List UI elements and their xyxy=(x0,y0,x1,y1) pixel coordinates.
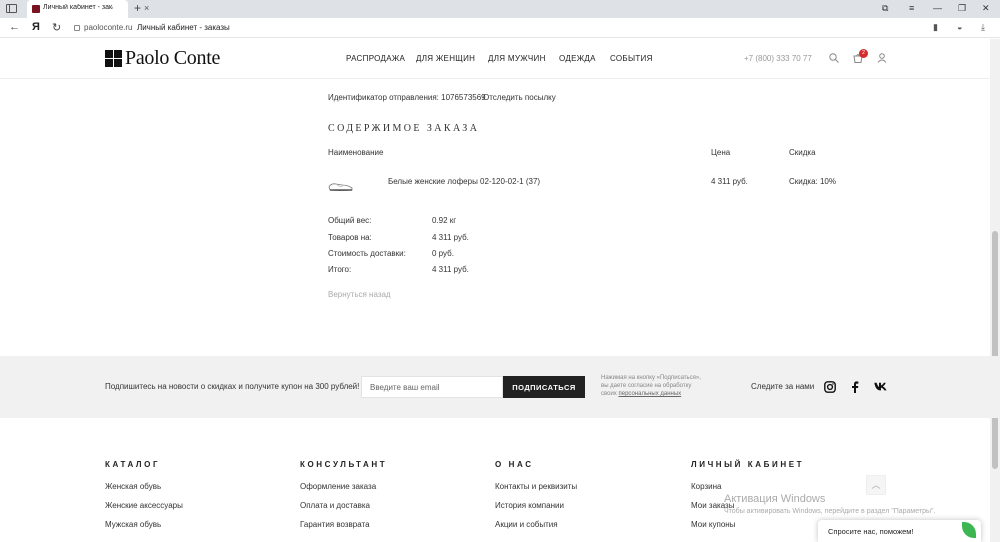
footer-link[interactable]: Контакты и реквизиты xyxy=(495,482,577,491)
nav-events[interactable]: СОБЫТИЯ xyxy=(610,54,653,63)
scroll-to-top-button[interactable]: ︿ xyxy=(866,475,886,495)
footer-link[interactable]: Акции и события xyxy=(495,520,558,529)
phone-number[interactable]: +7 (800) 333 70 77 xyxy=(744,54,812,63)
footer-link[interactable]: История компании xyxy=(495,501,564,510)
summary-value-weight: 0.92 кг xyxy=(432,216,457,225)
footer-catalog-title: КАТАЛОГ xyxy=(105,460,161,469)
subscribe-button[interactable]: ПОДПИСАТЬСЯ xyxy=(503,376,585,398)
back-arrow-icon[interactable]: ← xyxy=(9,21,20,33)
address-bar: ← Я ↻ paoloconte.ru Личный кабинет - зак… xyxy=(0,18,1000,38)
order-contents-title: СОДЕРЖИМОЕ ЗАКАЗА xyxy=(328,123,480,134)
url-host: paoloconte.ru xyxy=(84,23,133,32)
footer-link[interactable]: Женские аксессуары xyxy=(105,501,183,510)
product-image[interactable] xyxy=(328,177,354,193)
menu-icon[interactable]: ≡ xyxy=(909,3,914,13)
summary-label-goods: Товаров на: xyxy=(328,233,372,242)
back-link[interactable]: Вернуться назад xyxy=(328,290,391,299)
windows-activation-text: Чтобы активировать Windows, перейдите в … xyxy=(724,508,936,515)
facebook-icon[interactable] xyxy=(851,381,859,393)
nav-women[interactable]: ДЛЯ ЖЕНЩИН xyxy=(416,54,475,63)
product-name-link[interactable]: Белые женские лоферы 02-120-02-1 (37) xyxy=(388,177,540,186)
product-price: 4 311 руб. xyxy=(711,177,748,186)
email-input[interactable] xyxy=(361,376,503,398)
newsletter-section: Подпишитесь на новости о скидках и получ… xyxy=(0,356,1000,418)
consent-text: Нажимая на кнопку «Подписаться», вы дает… xyxy=(601,375,701,397)
bookmark-icon[interactable]: ▮ xyxy=(933,22,938,33)
column-discount: Скидка xyxy=(789,148,816,157)
footer-account-title: ЛИЧНЫЙ КАБИНЕТ xyxy=(691,460,805,469)
nav-clothing[interactable]: ОДЕЖДА xyxy=(559,54,596,63)
summary-value-goods: 4 311 руб. xyxy=(432,233,469,242)
newsletter-text: Подпишитесь на новости о скидках и получ… xyxy=(105,382,360,391)
tab-title: Личный кабинет - заказ xyxy=(43,4,113,11)
summary-label-delivery: Стоимость доставки: xyxy=(328,249,406,258)
url-page-title: Личный кабинет - заказы xyxy=(136,23,230,32)
column-price: Цена xyxy=(711,148,731,157)
download-icon[interactable]: ⤓ xyxy=(981,22,985,33)
close-window-icon[interactable]: ✕ xyxy=(982,3,990,14)
chat-label: Спросите нас, поможем! xyxy=(828,527,914,536)
summary-value-total: 4 311 руб. xyxy=(432,265,469,274)
yandex-logo-icon[interactable]: Я xyxy=(32,21,40,33)
summary-value-delivery: 0 руб. xyxy=(432,249,454,258)
footer-link[interactable]: Оплата и доставка xyxy=(300,501,370,510)
scrollbar-thumb[interactable] xyxy=(992,231,998,469)
follow-us-text: Следите за нами xyxy=(751,382,815,391)
browser-tab-bar: Личный кабинет - заказ × + ⧉ ≡ — ❐ ✕ xyxy=(0,0,1000,18)
restore-icon[interactable]: ❐ xyxy=(958,3,966,14)
lock-icon xyxy=(74,25,80,31)
summary-label-weight: Общий вес: xyxy=(328,216,372,225)
protect-icon[interactable]: ◒ xyxy=(957,22,962,32)
footer-about-title: О НАС xyxy=(495,460,534,469)
chat-leaf-icon xyxy=(962,522,976,538)
tab-close-icon[interactable]: × xyxy=(144,3,149,13)
logo-text: Paolo Conte xyxy=(125,46,221,69)
column-name: Наименование xyxy=(328,148,384,157)
browser-tab[interactable]: Личный кабинет - заказ × xyxy=(27,0,149,18)
logo[interactable]: Paolo Conte xyxy=(105,46,221,69)
sidebar-toggle-icon[interactable] xyxy=(6,4,17,13)
footer-link[interactable]: Оформление заказа xyxy=(300,482,376,491)
search-icon[interactable] xyxy=(829,53,839,63)
minimize-icon[interactable]: — xyxy=(933,3,942,13)
personal-data-link[interactable]: персональных данных xyxy=(618,391,681,397)
page-scrollbar[interactable] xyxy=(990,39,1000,542)
chat-widget[interactable]: Спросите нас, поможем! xyxy=(818,520,981,542)
nav-men[interactable]: ДЛЯ МУЖЧИН xyxy=(488,54,546,63)
cart-count-badge: 2 xyxy=(859,49,868,58)
footer-link[interactable]: Корзина xyxy=(691,482,721,491)
footer-link[interactable]: Мои купоны xyxy=(691,520,735,529)
new-tab-button[interactable]: + xyxy=(134,1,141,15)
collections-icon[interactable]: ⧉ xyxy=(882,3,888,14)
site-favicon-icon xyxy=(32,5,40,13)
track-parcel-link[interactable]: Отследить посылку xyxy=(483,93,556,102)
footer-link[interactable]: Мужская обувь xyxy=(105,520,161,529)
summary-label-total: Итого: xyxy=(328,265,352,274)
site-header: Paolo Conte РАСПРОДАЖА ДЛЯ ЖЕНЩИН ДЛЯ МУ… xyxy=(0,39,1000,79)
footer-link[interactable]: Женская обувь xyxy=(105,482,161,491)
instagram-icon[interactable] xyxy=(824,381,836,393)
vk-icon[interactable] xyxy=(874,382,887,391)
footer-link[interactable]: Гарантия возврата xyxy=(300,520,370,529)
nav-sale[interactable]: РАСПРОДАЖА xyxy=(346,54,405,63)
reload-icon[interactable]: ↻ xyxy=(52,21,61,34)
windows-activation-title: Активация Windows xyxy=(724,493,826,505)
url-field[interactable]: paoloconte.ru Личный кабинет - заказы xyxy=(74,23,230,32)
logo-mark-icon xyxy=(105,49,122,67)
user-icon[interactable] xyxy=(877,53,887,63)
chevron-up-icon: ︿ xyxy=(871,480,881,490)
product-discount: Скидка: 10% xyxy=(789,177,836,186)
footer-consultant-title: КОНСУЛЬТАНТ xyxy=(300,460,388,469)
tracking-id: Идентификатор отправления: 1076573569 xyxy=(328,93,486,102)
